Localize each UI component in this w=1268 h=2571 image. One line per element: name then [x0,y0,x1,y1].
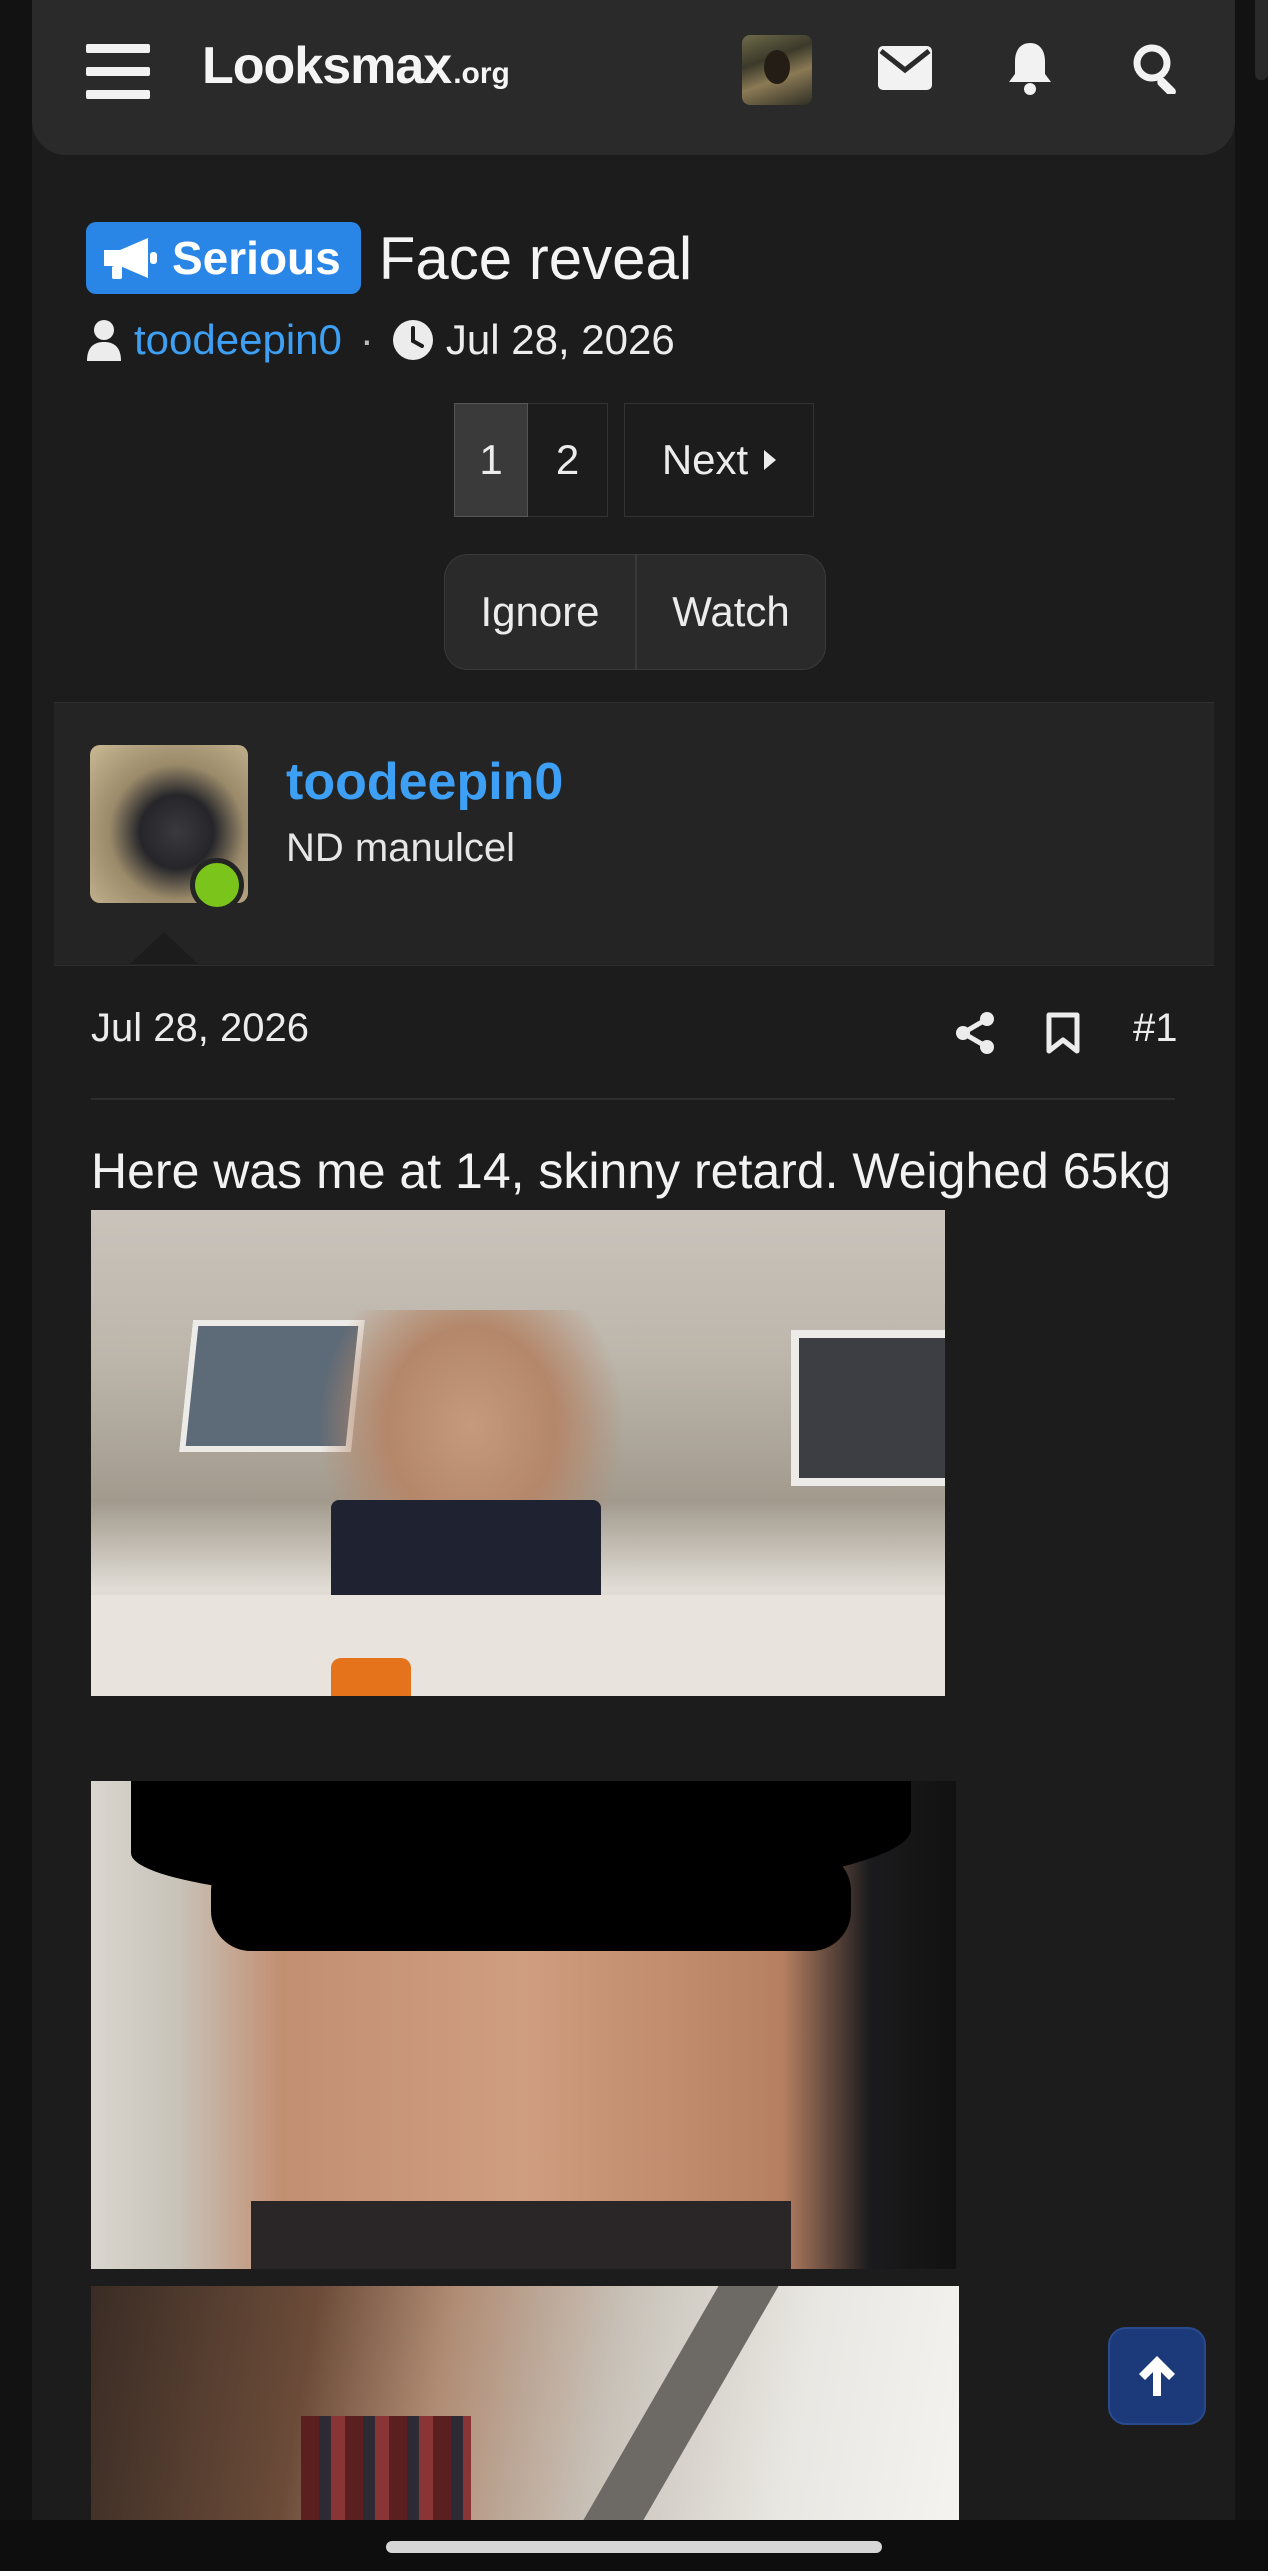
bell-icon[interactable] [1000,38,1060,98]
thread-date[interactable]: Jul 28, 2026 [446,316,675,364]
post-image-3[interactable] [91,2286,959,2520]
envelope-icon[interactable] [875,38,935,98]
post-number-link[interactable]: #1 [1133,1006,1178,1051]
pagination: 1 2 Next [454,403,814,519]
post-image-2[interactable] [91,1781,956,2269]
next-label: Next [661,436,749,483]
watch-button[interactable]: Watch [637,555,825,669]
user-title: ND manulcel [286,826,515,870]
post-date[interactable]: Jul 28, 2026 [91,1006,309,1051]
online-status-indicator [190,858,244,912]
post-user-block [54,702,1214,966]
post-image-1[interactable] [91,1210,945,1696]
ignore-button[interactable]: Ignore [445,555,637,669]
thread-title: Face reveal [378,224,693,292]
page-1-button[interactable]: 1 [454,403,528,517]
avatar[interactable] [742,35,812,105]
scroll-to-top-button[interactable] [1108,2327,1206,2425]
bookmark-icon[interactable] [1040,1003,1086,1063]
thread-meta: toodeepin0 · Jul 28, 2026 [86,310,675,370]
prefix-label-text: Serious [172,232,341,284]
arrow-up-icon [1139,2356,1175,2396]
next-page-button[interactable]: Next [624,403,814,517]
meta-separator: · [359,316,374,363]
thread-author-link[interactable]: toodeepin0 [134,316,342,364]
post-body-text: Here was me at 14, skinny retard. Weighe… [91,1143,1172,1199]
scrollbar[interactable] [1255,0,1268,80]
caret-right-icon [764,450,777,470]
post-username-link[interactable]: toodeepin0 [286,752,563,812]
clock-icon [392,320,433,360]
home-indicator[interactable] [386,2541,882,2553]
thread-title-row: Serious Face reveal [86,222,692,294]
user-block-arrow [130,932,198,964]
megaphone-icon [104,238,157,279]
share-icon[interactable] [950,1003,1000,1063]
menu-icon[interactable] [86,44,150,99]
search-icon[interactable] [1127,38,1187,98]
site-logo[interactable]: Looksmax .org [202,36,510,106]
logo-text: Looksmax [202,37,452,95]
thread-actions: Ignore Watch [444,554,826,670]
prefix-label-serious[interactable]: Serious [86,222,361,294]
divider [91,1098,1175,1100]
user-icon [87,320,121,361]
page-2-button[interactable]: 2 [528,403,608,517]
logo-tld: .org [453,57,510,90]
